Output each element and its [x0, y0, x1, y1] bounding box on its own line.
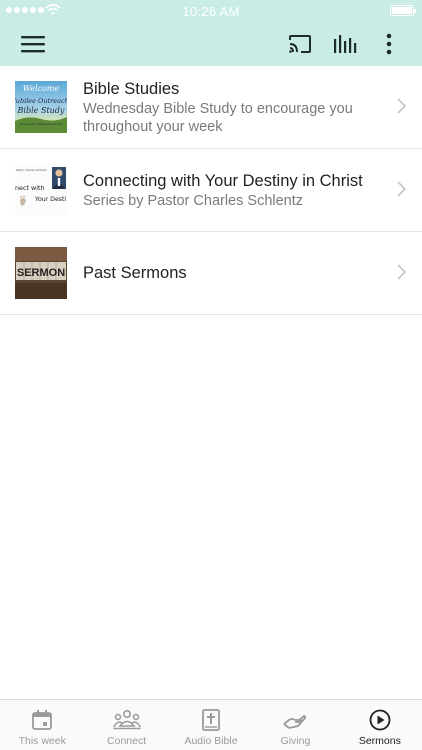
chevron-right-icon	[397, 98, 406, 114]
cast-button[interactable]	[283, 28, 317, 60]
chevron-right-icon	[397, 264, 406, 280]
past-sermons-thumbnail: SERMON	[15, 247, 67, 299]
calendar-icon	[32, 710, 53, 730]
thumb-text: Jubilee Outreach	[15, 97, 67, 105]
tab-giving[interactable]: Giving	[253, 700, 337, 750]
list-item-past-sermons[interactable]: SERMON Past Sermons	[0, 232, 422, 315]
bible-studies-thumbnail: Welcome Jubilee Outreach Bible Study Joi…	[15, 81, 67, 133]
thumb-text: Bible Study	[17, 106, 65, 115]
thumb-text: Welcome	[23, 84, 60, 93]
equalizer-icon	[334, 35, 357, 53]
more-vertical-icon	[386, 33, 392, 55]
list-item-subtitle: Wednesday Bible Study to encourage you t…	[83, 100, 353, 135]
list-item-title: Connecting with Your Destiny in Christ	[83, 171, 363, 190]
battery-icon	[390, 5, 416, 16]
connecting-destiny-thumbnail: Pastor Charles Schlentz nect with Your D…	[15, 164, 67, 216]
thumb-text: Your Desti	[34, 196, 66, 203]
tab-connect[interactable]: Connect	[84, 700, 168, 750]
list-item-title: Past Sermons	[83, 264, 187, 282]
chevron-right-icon	[397, 181, 406, 197]
menu-button[interactable]	[16, 28, 50, 60]
tab-label: Giving	[280, 735, 311, 747]
people-icon	[112, 709, 141, 730]
more-options-button[interactable]	[372, 28, 406, 60]
bottom-tab-bar: This week Connect Audio Bible Giving Ser…	[0, 699, 422, 750]
thumb-text: SERMON	[17, 267, 65, 279]
bible-icon	[202, 709, 220, 731]
tab-label: Connect	[107, 735, 147, 747]
hamburger-menu-icon	[21, 36, 45, 53]
tab-label: Sermons	[358, 735, 401, 747]
status-bar: 10:26 AM	[0, 0, 422, 22]
tab-this-week[interactable]: This week	[0, 700, 84, 750]
thumb-text: Pastor Charles Schlentz	[16, 168, 47, 172]
giving-hand-icon	[283, 715, 307, 729]
thumb-text: Join us every Wednesday at 7pm	[19, 122, 63, 126]
list-item-subtitle: Series by Pastor Charles Schlentz	[83, 192, 304, 209]
app-header: 10:26 AM	[0, 0, 422, 66]
tab-audio-bible[interactable]: Audio Bible	[169, 700, 253, 750]
play-circle-icon	[369, 709, 391, 731]
sermon-list: Welcome Jubilee Outreach Bible Study Joi…	[0, 66, 422, 315]
list-item-connecting-destiny[interactable]: Pastor Charles Schlentz nect with Your D…	[0, 149, 422, 232]
tab-label: Audio Bible	[184, 735, 238, 747]
tab-sermons[interactable]: Sermons	[338, 700, 422, 750]
status-time: 10:26 AM	[182, 4, 240, 19]
tab-label: This week	[18, 735, 66, 747]
cast-icon	[289, 35, 311, 53]
audio-levels-button[interactable]	[328, 28, 362, 60]
list-item-title: Bible Studies	[83, 79, 180, 98]
thumb-text: nect with	[15, 184, 45, 192]
toolbar	[0, 24, 422, 64]
list-item-bible-studies[interactable]: Welcome Jubilee Outreach Bible Study Joi…	[0, 66, 422, 149]
